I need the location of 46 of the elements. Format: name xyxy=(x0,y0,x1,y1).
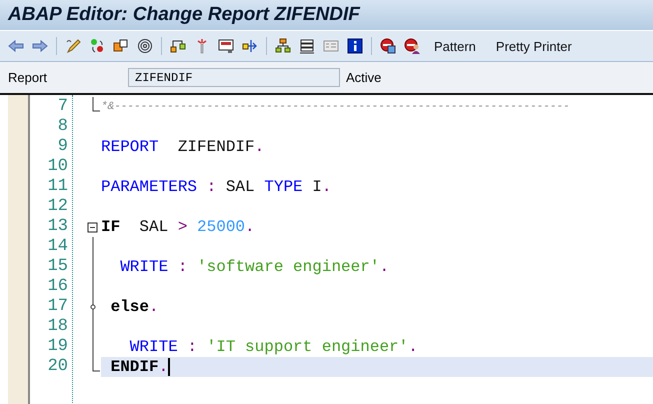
screen-icon[interactable] xyxy=(218,38,234,54)
copy-icon[interactable] xyxy=(113,38,129,54)
line-number: 12 xyxy=(46,197,69,217)
report-field[interactable]: ZIFENDIF xyxy=(128,68,340,87)
line-number: 8 xyxy=(56,117,69,137)
collapse-icon[interactable] xyxy=(88,222,98,232)
text-cursor xyxy=(168,358,170,376)
window-title: ABAP Editor: Change Report ZIFENDIF xyxy=(8,4,360,26)
stop-sign-icon[interactable] xyxy=(380,38,396,54)
line-number: 14 xyxy=(46,237,69,257)
code-line: IF SAL > 25000. xyxy=(101,217,256,237)
code-line: WRITE : 'IT support engineer'. xyxy=(128,337,419,357)
code-line: PARAMETERS : SAL TYPE I. xyxy=(101,177,332,197)
connected-boxes-icon[interactable] xyxy=(170,38,186,54)
back-icon[interactable] xyxy=(8,38,24,54)
spiral-icon[interactable] xyxy=(137,38,153,54)
line-number: 9 xyxy=(56,137,69,157)
line-number: 15 xyxy=(46,257,69,277)
fold-end-line xyxy=(92,97,100,112)
line-number: 19 xyxy=(46,337,69,357)
stack-icon[interactable] xyxy=(299,38,315,54)
line-number: 7 xyxy=(56,97,69,117)
status-text: Active xyxy=(346,70,382,85)
line-number: 20 xyxy=(46,357,69,377)
line-number: 13 xyxy=(46,217,69,237)
code-line: *&--------------------------------------------------------------------- xyxy=(101,100,571,115)
toolbar-button[interactable]: Pretty Printer xyxy=(490,38,578,54)
code-line: REPORT ZIFENDIF. xyxy=(101,137,266,157)
line-number: 11 xyxy=(46,177,69,197)
report-label: Report xyxy=(7,70,48,85)
pencil-icon[interactable] xyxy=(65,38,81,54)
fold-end-line xyxy=(92,357,100,372)
toolbar-button[interactable]: Pattern xyxy=(428,38,482,54)
line-number: 18 xyxy=(46,317,69,337)
line-number: 16 xyxy=(46,277,69,297)
hierarchy-icon[interactable] xyxy=(275,38,291,54)
code-line: WRITE : 'software engineer'. xyxy=(119,257,390,277)
code-line: else. xyxy=(110,297,160,317)
info-icon[interactable] xyxy=(347,38,363,54)
forward-icon[interactable] xyxy=(32,38,48,54)
line-number: 10 xyxy=(46,157,69,177)
stop-user-icon[interactable] xyxy=(404,38,420,54)
box-arrow-icon[interactable] xyxy=(242,38,258,54)
toggle-dots-icon[interactable] xyxy=(89,38,105,54)
fold-branch-icon xyxy=(90,297,96,317)
line-number: 17 xyxy=(46,297,69,317)
